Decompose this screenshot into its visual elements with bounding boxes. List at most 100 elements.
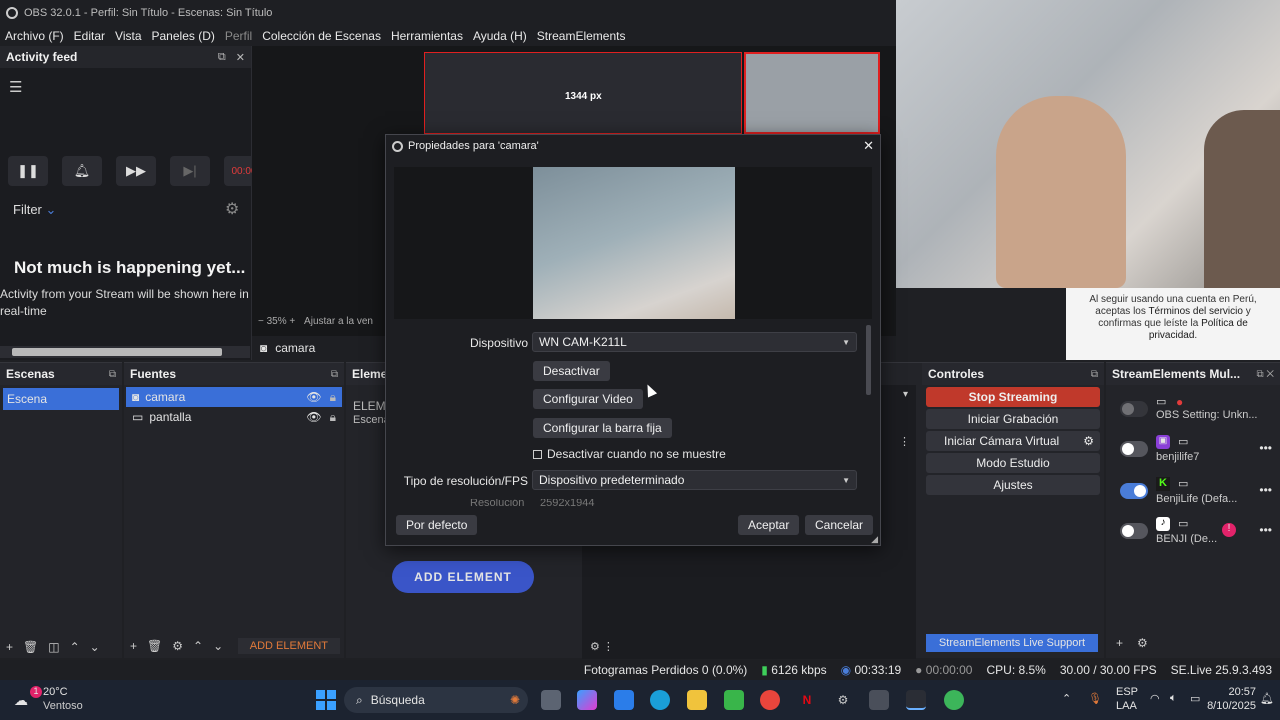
gear-icon[interactable]: ⚙	[225, 199, 239, 219]
mixer-settings-icon[interactable]: ⚙ ⋮	[590, 640, 614, 653]
live-support-button[interactable]: StreamElements Live Support	[926, 634, 1098, 652]
toggle[interactable]	[1120, 483, 1148, 499]
chrome-icon[interactable]	[760, 690, 780, 710]
weather-widget[interactable]: ☁ 1 20°C Ventoso	[14, 686, 94, 714]
volume-icon[interactable]: 🔈︎	[1170, 692, 1177, 705]
zoom-bar[interactable]: − 35% + Ajustar a la ven	[258, 316, 373, 327]
start-recording-button[interactable]: Iniciar Grabación	[926, 409, 1100, 429]
default-button[interactable]: Por defecto	[396, 515, 478, 535]
notification-bell-icon[interactable]: 🔔︎	[1260, 692, 1274, 705]
resolution-type-select[interactable]: Dispositivo predeterminado ▼	[532, 470, 857, 490]
start-button[interactable]	[316, 690, 336, 710]
accept-button[interactable]: Aceptar	[738, 515, 800, 535]
scene-item[interactable]: Escena	[3, 388, 119, 410]
lock-icon[interactable]: 🔒︎	[330, 410, 336, 425]
clock-date[interactable]: 8/10/2025	[1207, 700, 1256, 712]
stop-streaming-button[interactable]: Stop Streaming	[926, 387, 1100, 407]
dialog-scrollbar[interactable]	[866, 325, 871, 395]
menu-profile[interactable]: Perfil	[225, 29, 252, 43]
gear-icon[interactable]: ⚙	[172, 639, 183, 653]
calculator-icon[interactable]	[869, 690, 889, 710]
keyboard-layout[interactable]: LAA	[1116, 700, 1137, 712]
float-icon[interactable]: ⧉	[218, 51, 226, 64]
pause-icon[interactable]: ❚❚	[8, 156, 48, 186]
add-element-button[interactable]: ADD ELEMENT	[392, 561, 534, 593]
task-view-icon[interactable]	[541, 690, 561, 710]
language-code[interactable]: ESP	[1116, 686, 1138, 698]
bell-icon[interactable]: 🔔︎	[62, 156, 102, 186]
battery-icon[interactable]: ▭	[1190, 692, 1200, 705]
settings-button[interactable]: Ajustes	[926, 475, 1100, 495]
add-icon[interactable]: +	[130, 639, 137, 653]
menu-tools[interactable]: Herramientas	[391, 29, 463, 43]
eye-icon[interactable]: 👁︎	[306, 410, 321, 424]
float-icon[interactable]: ⧉	[331, 369, 338, 380]
up-icon[interactable]: ⌃	[193, 639, 203, 653]
up-icon[interactable]: ⌃	[70, 640, 80, 654]
settings-icon[interactable]: ⚙	[833, 690, 853, 710]
add-element-small-button[interactable]: ADD ELEMENT	[237, 638, 340, 654]
terms-link[interactable]: Términos del servicio	[1148, 306, 1242, 317]
gear-icon[interactable]: ⚙	[1083, 434, 1094, 448]
filter-icon[interactable]: ◫	[48, 640, 59, 654]
clock-time[interactable]: 20:57	[1228, 686, 1256, 698]
more-icon[interactable]: •••	[1259, 483, 1272, 497]
close-icon[interactable]: ✕	[236, 51, 245, 64]
studio-mode-button[interactable]: Modo Estudio	[926, 453, 1100, 473]
menu-scene-collection[interactable]: Colección de Escenas	[262, 29, 381, 43]
trash-icon[interactable]: 🗑︎	[147, 639, 162, 653]
filter-dropdown[interactable]: Filter ⌄	[13, 202, 56, 218]
menu-help[interactable]: Ayuda (H)	[473, 29, 527, 43]
photos-icon[interactable]	[724, 690, 744, 710]
chevron-up-icon[interactable]: ⌃	[1062, 692, 1071, 705]
float-icon[interactable]: ⧉	[1091, 369, 1098, 380]
edge-icon[interactable]	[650, 690, 670, 710]
add-icon[interactable]: +	[6, 640, 13, 654]
device-select[interactable]: WN CAM-K211L ▼	[532, 332, 857, 352]
menu-view[interactable]: Vista	[115, 29, 141, 43]
more-icon[interactable]: •••	[1259, 523, 1272, 537]
add-icon[interactable]: +	[1116, 636, 1123, 650]
source-item-camara[interactable]: ◙ camara 👁︎ 🔒︎	[126, 387, 342, 407]
deactivate-checkbox[interactable]: Desactivar cuando no se muestre	[533, 447, 726, 461]
netflix-icon[interactable]: N	[797, 690, 817, 710]
float-icon[interactable]: ⧉	[109, 369, 116, 380]
wifi-icon[interactable]: ◠	[1150, 692, 1160, 705]
menu-edit[interactable]: Editar	[74, 29, 105, 43]
skip-end-icon[interactable]: ▶|	[170, 156, 210, 186]
down-icon[interactable]: ⌄	[90, 640, 100, 654]
source-item-pantalla[interactable]: ▭ pantalla 👁︎ 🔒︎	[126, 407, 342, 427]
start-virtual-camera-button[interactable]: Iniciar Cámara Virtual ⚙	[926, 431, 1100, 451]
resize-grip-icon[interactable]: ◢	[871, 534, 878, 545]
menu-icon[interactable]: ⋮	[899, 435, 910, 448]
toggle[interactable]	[1120, 523, 1148, 539]
chevron-down-icon[interactable]: ▾	[903, 389, 908, 400]
microphone-icon[interactable]: 🎙︎	[1088, 692, 1102, 705]
configure-video-button[interactable]: Configurar Video	[533, 389, 643, 409]
mail-icon[interactable]	[614, 690, 634, 710]
close-icon[interactable]: ✕	[863, 138, 874, 154]
cancel-button[interactable]: Cancelar	[805, 515, 874, 535]
menu-streamelements[interactable]: StreamElements	[537, 29, 626, 43]
float-icon[interactable]: ⧉ ✕	[1256, 369, 1274, 380]
deactivate-button[interactable]: Desactivar	[533, 361, 610, 381]
skip-icon[interactable]: ▶▶	[116, 156, 156, 186]
eye-icon[interactable]: 👁︎	[306, 390, 321, 404]
toggle[interactable]	[1120, 401, 1148, 417]
checkbox-box[interactable]	[533, 449, 542, 459]
down-icon[interactable]: ⌄	[213, 639, 223, 653]
copilot-icon[interactable]	[577, 690, 597, 710]
chrome-2-icon[interactable]	[944, 690, 964, 710]
obs-taskbar-icon[interactable]	[906, 690, 926, 710]
menu-docks[interactable]: Paneles (D)	[152, 29, 215, 43]
menu-file[interactable]: Archivo (F)	[5, 29, 64, 43]
gear-icon[interactable]: ⚙	[1137, 636, 1148, 650]
toggle[interactable]	[1120, 441, 1148, 457]
horizontal-scrollbar[interactable]	[0, 346, 250, 358]
hamburger-icon[interactable]: ☰	[9, 78, 22, 96]
trash-icon[interactable]: 🗑︎	[23, 640, 38, 654]
file-explorer-icon[interactable]	[687, 690, 707, 710]
lock-icon[interactable]: 🔒︎	[330, 390, 336, 405]
more-icon[interactable]: •••	[1259, 441, 1272, 455]
search-box[interactable]: ⌕ Búsqueda ✺	[344, 687, 528, 713]
